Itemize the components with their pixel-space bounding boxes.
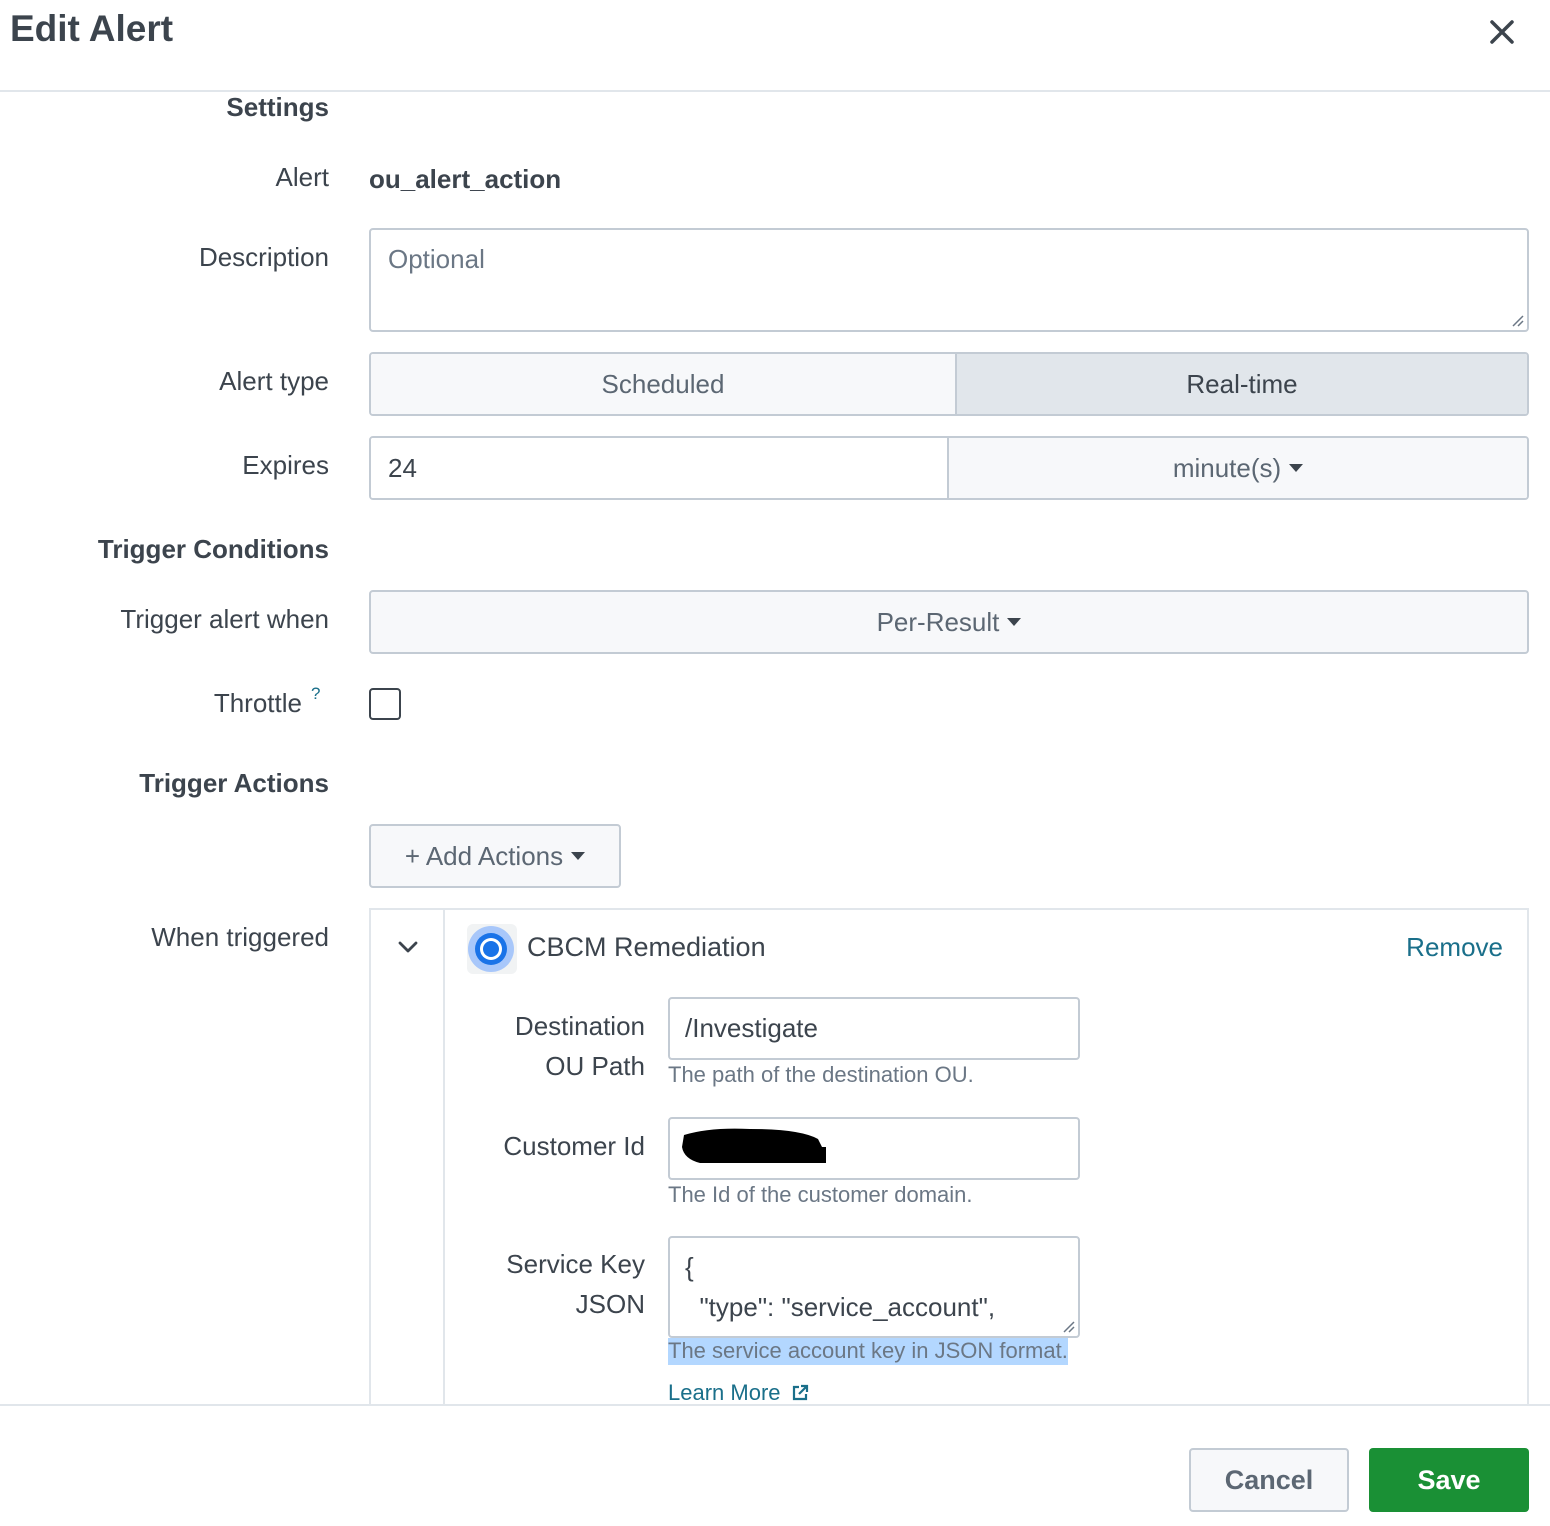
throttle-label: Throttle <box>213 688 302 718</box>
remove-action-link[interactable]: Remove <box>1406 932 1503 963</box>
save-button[interactable]: Save <box>1369 1448 1529 1512</box>
description-placeholder: Optional <box>388 244 485 274</box>
close-button[interactable] <box>1484 14 1520 50</box>
description-textarea[interactable]: Optional <box>369 228 1529 332</box>
expires-unit-value: minute(s) <box>1172 452 1282 483</box>
resize-handle-icon[interactable] <box>1061 1319 1075 1333</box>
collapse-toggle[interactable] <box>395 934 421 960</box>
service-key-help-text: The service account key in JSON format. <box>668 1338 1068 1365</box>
external-link-icon <box>792 1384 808 1401</box>
service-key-line-1: { <box>685 1252 694 1282</box>
modal-footer: Cancel Save <box>0 1404 1550 1526</box>
modal-body[interactable]: Settings Alert ou_alert_action Descripti… <box>0 92 1550 1404</box>
service-key-label-line2: JSON <box>575 1289 645 1319</box>
trigger-when-dropdown[interactable]: Per-Result <box>369 590 1529 654</box>
modal-header: Edit Alert <box>0 0 1550 92</box>
when-triggered-label: When triggered <box>151 922 329 952</box>
destination-help: The path of the destination OU. <box>668 1062 974 1087</box>
description-label: Description <box>198 242 329 272</box>
chrome-logo-icon <box>467 924 517 974</box>
service-key-help: The service account key in JSON format. <box>668 1338 1068 1365</box>
learn-more-link[interactable]: Learn More <box>668 1380 809 1404</box>
destination-ou-path-input[interactable]: /Investigate <box>668 997 1080 1060</box>
alert-type-toggle: Scheduled Real-time <box>369 352 1529 416</box>
action-title: CBCM Remediation <box>527 932 766 962</box>
caret-down-icon <box>571 852 586 860</box>
destination-label-line2: OU Path <box>545 1051 645 1081</box>
expires-input[interactable]: 24 <box>371 438 949 498</box>
service-key-line-2: "type": "service_account", <box>685 1292 996 1322</box>
caret-down-icon <box>1289 464 1304 472</box>
customer-id-label: Customer Id <box>503 1131 645 1161</box>
alert-type-label: Alert type <box>219 366 329 396</box>
cancel-button[interactable]: Cancel <box>1189 1448 1349 1512</box>
expires-control: 24 minute(s) <box>369 436 1529 500</box>
close-icon <box>1490 20 1514 44</box>
customer-id-input[interactable] <box>668 1117 1080 1180</box>
trigger-when-value: Per-Result <box>876 606 1000 637</box>
trigger-when-label: Trigger alert when <box>120 604 329 634</box>
expires-label: Expires <box>242 450 329 480</box>
alert-type-scheduled-button[interactable]: Scheduled <box>371 354 957 414</box>
throttle-checkbox[interactable] <box>369 688 401 720</box>
service-key-textarea[interactable]: { "type": "service_account", <box>668 1236 1080 1338</box>
expires-unit-dropdown[interactable]: minute(s) <box>949 438 1527 498</box>
section-trigger-conditions: Trigger Conditions <box>97 534 329 564</box>
redaction-mark <box>682 1128 826 1163</box>
throttle-help-icon[interactable]: ? <box>311 684 320 704</box>
destination-value: /Investigate <box>685 1013 818 1043</box>
action-panel: CBCM Remediation Remove Destination OU P… <box>369 908 1529 1404</box>
chevron-down-icon <box>398 941 418 953</box>
add-actions-label: + Add Actions <box>404 840 564 871</box>
customer-id-help: The Id of the customer domain. <box>668 1182 973 1207</box>
section-settings: Settings <box>226 92 329 122</box>
alert-label: Alert <box>275 162 329 192</box>
caret-down-icon <box>1007 618 1022 626</box>
modal-title: Edit Alert <box>10 8 174 49</box>
add-actions-button[interactable]: + Add Actions <box>369 824 621 888</box>
section-trigger-actions: Trigger Actions <box>139 768 329 798</box>
service-key-label-line1: Service Key <box>506 1249 645 1279</box>
alert-type-realtime-button[interactable]: Real-time <box>957 354 1527 414</box>
resize-handle-icon[interactable] <box>1510 313 1524 327</box>
destination-label-line1: Destination <box>514 1011 645 1041</box>
alert-name-value: ou_alert_action <box>369 164 562 194</box>
panel-divider <box>443 910 445 1404</box>
learn-more-label: Learn More <box>668 1380 781 1404</box>
